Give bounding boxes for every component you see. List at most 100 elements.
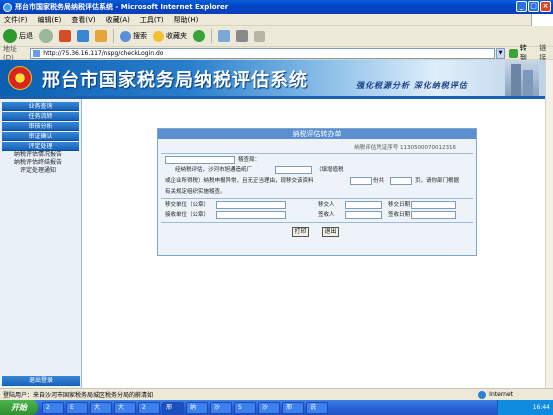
forward-arrow-icon: [39, 29, 53, 43]
taskbar-item[interactable]: 纳: [186, 401, 208, 414]
menu-tools[interactable]: 工具(T): [140, 15, 164, 25]
sidebar-item-task-flow[interactable]: 任务流转: [2, 112, 79, 121]
sender-label: 移交人: [318, 202, 335, 208]
url-input[interactable]: http://75.36.16.117/nspg/checkLogin.do: [30, 47, 496, 59]
minimize-button[interactable]: _: [516, 1, 527, 12]
receiver-unit-label: 接收单位（公章）: [165, 212, 210, 218]
refresh-icon[interactable]: [77, 30, 89, 42]
building-image: [505, 60, 539, 96]
back-button[interactable]: 后退: [3, 29, 33, 43]
clock: 16:44: [532, 404, 550, 411]
form-divider: [161, 198, 473, 199]
toolbar: 后退 搜索 收藏夹: [0, 26, 553, 47]
copies-input[interactable]: [350, 177, 372, 185]
sidebar-subitem-situation-report[interactable]: 纳税评估情况报告: [0, 151, 81, 159]
sidebar-subitem-notice[interactable]: 评定处理通知: [0, 167, 81, 175]
receiver-unit-input[interactable]: [216, 211, 286, 219]
bureau-suffix-label: 稽查局：: [238, 157, 261, 163]
signer-label: 签收人: [318, 212, 335, 218]
sign-date-input[interactable]: [411, 211, 456, 219]
bureau-input[interactable]: [165, 156, 235, 164]
exit-button[interactable]: 退出: [322, 227, 339, 237]
statement-line-3c: 页，请你部门根据: [415, 178, 460, 184]
favorites-button[interactable]: 收藏夹: [153, 30, 187, 42]
taskbar-item[interactable]: E: [66, 401, 88, 414]
system-tray: 16:44: [497, 400, 553, 415]
code-label: 纳税评估凭证序号: [354, 145, 399, 151]
start-button[interactable]: 开始: [0, 400, 38, 415]
maximize-button[interactable]: □: [528, 1, 539, 12]
sidebar-item-certificate-confirm[interactable]: 审证确认: [2, 132, 79, 141]
menu-bar: 文件(F) 编辑(E) 查看(V) 收藏(A) 工具(T) 帮助(H): [0, 14, 553, 26]
toolbar-separator: [113, 29, 114, 43]
taskbar-item[interactable]: 2: [138, 401, 160, 414]
site-banner: 邢台市国家税务局纳税评估系统 强化税源分析 深化纳税评估: [0, 60, 545, 96]
statement-line-4: 有关规定组织实施稽查。: [165, 189, 226, 195]
taskbar-item[interactable]: 大: [90, 401, 112, 414]
home-icon[interactable]: [95, 30, 107, 42]
page-viewport: 邢台市国家税务局纳税评估系统 强化税源分析 深化纳税评估 业务查询 任务流转 审…: [0, 60, 545, 388]
search-icon: [120, 30, 131, 42]
menu-help[interactable]: 帮助(H): [174, 15, 199, 25]
vertical-scrollbar[interactable]: [545, 60, 553, 388]
transfer-form: 纳税评估转办单 纳税评估凭证序号 1130500070012316 稽查局： 经…: [157, 128, 477, 256]
pages-input[interactable]: [390, 177, 412, 185]
site-slogan: 强化税源分析 深化纳税评估: [356, 80, 468, 90]
statement-line-3a: 或企业所得税）纳税申报异常，且无正当理由，现移交该资料: [165, 178, 314, 184]
menu-edit[interactable]: 编辑(E): [38, 15, 62, 25]
favorites-label: 收藏夹: [166, 32, 187, 40]
sidebar-item-business-query[interactable]: 业务查询: [2, 102, 79, 111]
menu-file[interactable]: 文件(F): [4, 15, 28, 25]
print-button[interactable]: 打印: [292, 227, 309, 237]
signer-input[interactable]: [345, 211, 382, 219]
status-bar: 登陆用户：来自沙河市国家税务局城区税务分局的蔚清如 Internet: [0, 388, 553, 400]
windows-logo-icon: [531, 14, 553, 26]
taskbar-item[interactable]: 邢: [162, 401, 184, 414]
address-bar: 地址(D) http://75.36.16.117/nspg/checkLogi…: [0, 44, 553, 62]
sidebar-item-evaluation-handling[interactable]: 评定处理: [2, 142, 79, 151]
send-date-label: 移交日期: [388, 202, 411, 208]
tax-emblem-icon: [8, 66, 32, 90]
statement-line-2b: （填增值税: [316, 167, 344, 173]
toolbar-separator: [211, 29, 212, 43]
back-arrow-icon: [3, 29, 17, 43]
print-icon[interactable]: [236, 30, 248, 42]
taskbar-item[interactable]: 沙: [210, 401, 232, 414]
window-titlebar: 邢台市国家税务局纳税评估系统 - Microsoft Internet Expl…: [0, 0, 553, 14]
send-date-input[interactable]: [411, 201, 456, 209]
tax-type-input[interactable]: [275, 166, 312, 174]
taskbar: 开始 2 E 大 大 2 邢 纳 沙 S 沙 邢 说 16:44: [0, 400, 553, 415]
logout-button[interactable]: 退出登录: [2, 376, 80, 386]
taskbar-item[interactable]: 2: [42, 401, 64, 414]
menu-view[interactable]: 查看(V): [71, 15, 95, 25]
sender-unit-input[interactable]: [216, 201, 286, 209]
edit-icon[interactable]: [254, 30, 265, 42]
search-label: 搜索: [133, 32, 147, 40]
star-icon: [153, 30, 164, 42]
history-icon[interactable]: [193, 30, 205, 42]
forward-button[interactable]: [39, 29, 53, 43]
sidebar-item-review-analysis[interactable]: 审核分析: [2, 122, 79, 131]
statement-line-2a: 经纳税评估，沙河市旭通造纸厂: [175, 167, 253, 173]
sender-input[interactable]: [345, 201, 382, 209]
sidebar-subitem-final-report[interactable]: 纳税评估终结报告: [0, 159, 81, 167]
menu-favorites[interactable]: 收藏(A): [106, 15, 130, 25]
form-code: 纳税评估凭证序号 1130500070012316: [354, 143, 456, 151]
sidebar: 业务查询 任务流转 审核分析 审证确认 评定处理 纳税评估情况报告 纳税评估终结…: [0, 99, 82, 388]
site-title: 邢台市国家税务局纳税评估系统: [42, 70, 308, 91]
mail-icon[interactable]: [218, 30, 230, 42]
window-title: 邢台市国家税务局纳税评估系统 - Microsoft Internet Expl…: [15, 3, 229, 11]
security-zone: Internet: [478, 391, 513, 399]
status-text: 登陆用户：来自沙河市国家税务局城区税务分局的蔚清如: [3, 392, 154, 399]
taskbar-item[interactable]: 大: [114, 401, 136, 414]
close-button[interactable]: ×: [540, 1, 551, 12]
sign-date-label: 签收日期: [388, 212, 411, 218]
address-dropdown[interactable]: ▼: [496, 47, 505, 59]
search-button[interactable]: 搜索: [120, 30, 147, 42]
taskbar-item[interactable]: 说: [306, 401, 328, 414]
form-divider: [161, 153, 473, 154]
taskbar-item[interactable]: S: [234, 401, 256, 414]
taskbar-item[interactable]: 邢: [282, 401, 304, 414]
taskbar-item[interactable]: 沙: [258, 401, 280, 414]
stop-icon[interactable]: [59, 30, 71, 42]
